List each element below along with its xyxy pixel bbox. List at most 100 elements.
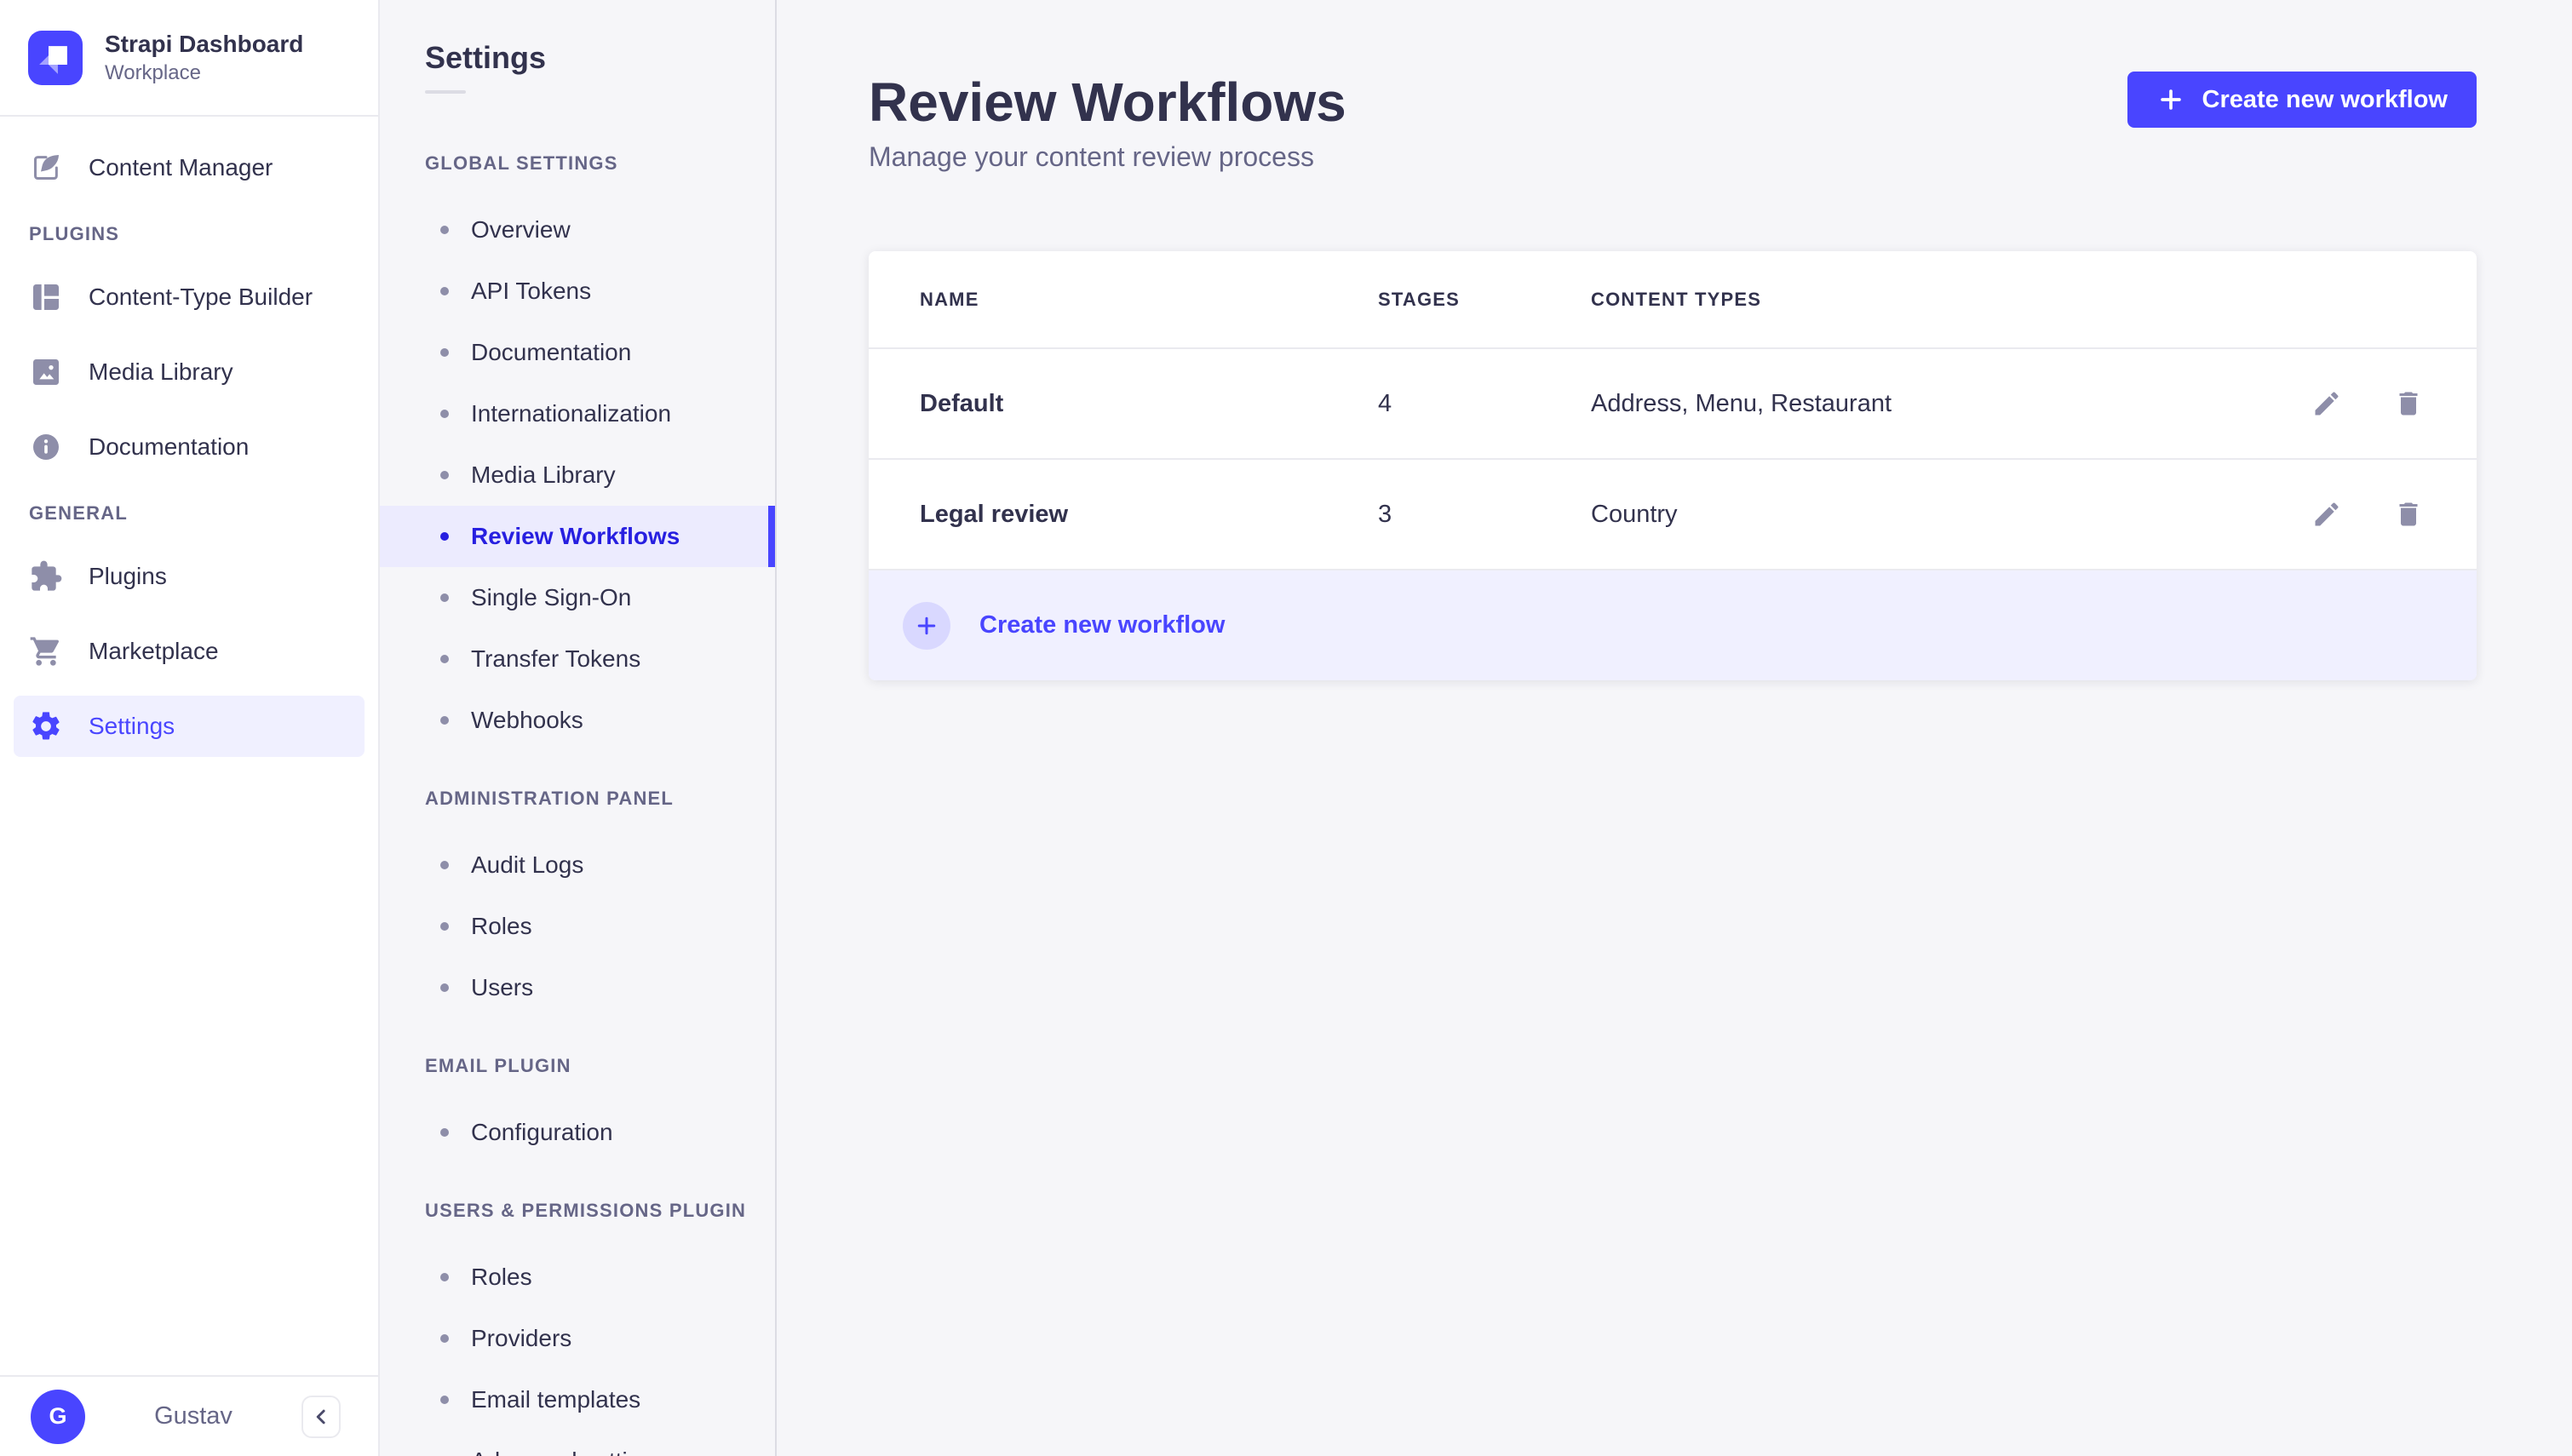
subnav-item-api-tokens[interactable]: API Tokens	[380, 261, 775, 322]
pencil-icon	[2315, 502, 2339, 526]
brand[interactable]: Strapi Dashboard Workplace	[0, 0, 378, 117]
nav-section-plugins: PLUGINS Content-Type Builder Media Libra…	[14, 222, 365, 478]
subnav-section-administration-panel: ADMINISTRATION PANEL Audit Logs Roles Us…	[380, 787, 775, 1018]
subnav-section-label: USERS & PERMISSIONS PLUGIN	[425, 1200, 747, 1221]
subnav-section-global-settings: GLOBAL SETTINGS Overview API Tokens Docu…	[380, 152, 775, 751]
subnav-item-label: Media Library	[471, 461, 616, 488]
bullet-icon	[440, 1128, 449, 1137]
app-root: Strapi Dashboard Workplace Content Manag…	[0, 0, 2572, 1456]
bullet-icon	[440, 716, 449, 725]
bullet-icon	[440, 1396, 449, 1404]
nav-item-content-type-builder[interactable]: Content-Type Builder	[14, 267, 365, 328]
delete-workflow-button[interactable]	[2391, 387, 2426, 421]
nav-section-label: PLUGINS	[29, 223, 120, 244]
bullet-icon	[440, 1273, 449, 1281]
column-header-stages: STAGES	[1378, 288, 1461, 310]
subnav-item-email-templates[interactable]: Email templates	[380, 1369, 775, 1430]
subnav-item-label: Internationalization	[471, 400, 672, 427]
subnav-item-internationalization[interactable]: Internationalization	[380, 383, 775, 444]
workflow-stages: 3	[1378, 500, 1392, 528]
subnav-section-email-plugin: EMAIL PLUGIN Configuration	[380, 1054, 775, 1163]
subnav-item-label: Audit Logs	[471, 851, 584, 878]
layout-grid-icon	[29, 280, 63, 314]
subnav-item-overview[interactable]: Overview	[380, 199, 775, 261]
bullet-icon	[440, 1334, 449, 1343]
avatar[interactable]: G	[31, 1389, 85, 1444]
nav-item-documentation[interactable]: Documentation	[14, 416, 365, 478]
bullet-icon	[440, 922, 449, 931]
workflow-name: Legal review	[920, 500, 1069, 528]
chevron-left-icon	[316, 1409, 325, 1424]
create-workflow-footer-label: Create new workflow	[979, 611, 1226, 639]
bullet-icon	[440, 226, 449, 234]
subnav-item-documentation[interactable]: Documentation	[380, 322, 775, 383]
nav-item-settings[interactable]: Settings	[14, 696, 365, 757]
column-header-content-types: CONTENT TYPES	[1591, 288, 1762, 310]
create-workflow-button-label: Create new workflow	[2202, 85, 2448, 113]
main-sidebar: Strapi Dashboard Workplace Content Manag…	[0, 0, 380, 1456]
cart-icon	[29, 634, 63, 668]
username[interactable]: Gustav	[102, 1402, 284, 1430]
subnav-item-providers[interactable]: Providers	[380, 1308, 775, 1369]
subnav-item-label: Review Workflows	[471, 523, 680, 549]
workflow-stages: 4	[1378, 389, 1392, 417]
nav-item-marketplace[interactable]: Marketplace	[14, 621, 365, 682]
pencil-icon	[2315, 392, 2339, 416]
subnav-item-review-workflows[interactable]: Review Workflows	[380, 506, 775, 567]
subnav-section-users-permissions-plugin: USERS & PERMISSIONS PLUGIN Roles Provide…	[380, 1199, 775, 1456]
subnav-item-configuration[interactable]: Configuration	[380, 1102, 775, 1163]
nav-item-label: Content-Type Builder	[89, 284, 313, 310]
page-subtitle: Manage your content review process	[869, 141, 1314, 172]
subnav-item-users[interactable]: Users	[380, 957, 775, 1018]
subnav-item-label: Email templates	[471, 1386, 641, 1413]
edit-workflow-button[interactable]	[2310, 387, 2344, 421]
subnav-item-audit-logs[interactable]: Audit Logs	[380, 834, 775, 896]
subnav-item-label: Configuration	[471, 1119, 613, 1145]
table-header-row: NAME STAGES CONTENT TYPES	[869, 251, 2477, 347]
table-row[interactable]: Legal review 3 Country	[869, 458, 2477, 569]
bullet-icon	[440, 532, 449, 541]
bullet-icon	[440, 983, 449, 992]
active-indicator-bar	[768, 506, 775, 567]
subnav-item-up-roles[interactable]: Roles	[380, 1247, 775, 1308]
info-icon	[29, 430, 63, 464]
bullet-icon	[440, 471, 449, 479]
bullet-icon	[440, 861, 449, 869]
subnav-item-webhooks[interactable]: Webhooks	[380, 690, 775, 751]
nav-item-plugins[interactable]: Plugins	[14, 546, 365, 607]
subnav-item-single-sign-on[interactable]: Single Sign-On	[380, 567, 775, 628]
subnav-item-label: Users	[471, 974, 534, 1000]
delete-workflow-button[interactable]	[2391, 497, 2426, 531]
create-workflow-button[interactable]: Create new workflow	[2127, 72, 2477, 128]
subnav-item-label: Single Sign-On	[471, 584, 632, 610]
workflow-content-types: Country	[1591, 500, 1678, 528]
collapse-sidebar-button[interactable]	[301, 1395, 341, 1438]
puzzle-icon	[29, 559, 63, 593]
bullet-icon	[440, 287, 449, 295]
subnav-scroll-area[interactable]: GLOBAL SETTINGS Overview API Tokens Docu…	[380, 94, 775, 1456]
subnav-item-admin-roles[interactable]: Roles	[380, 896, 775, 957]
feather-icon	[29, 151, 63, 185]
trash-icon	[2399, 502, 2418, 526]
subnav-item-label: Webhooks	[471, 707, 583, 733]
edit-workflow-button[interactable]	[2310, 497, 2344, 531]
brand-text: Strapi Dashboard Workplace	[105, 30, 303, 86]
page-heading-block: Review Workflows Manage your content rev…	[869, 72, 1346, 174]
gear-icon	[29, 709, 63, 743]
subnav-item-media-library[interactable]: Media Library	[380, 444, 775, 506]
table-row[interactable]: Default 4 Address, Menu, Restaurant	[869, 347, 2477, 458]
brand-title: Strapi Dashboard	[105, 30, 304, 57]
subnav-item-advanced-settings[interactable]: Advanced settings	[380, 1430, 775, 1456]
nav-item-media-library[interactable]: Media Library	[14, 341, 365, 403]
column-header-name: NAME	[920, 288, 979, 310]
brand-subtitle: Workplace	[105, 60, 201, 84]
bullet-icon	[440, 410, 449, 418]
workflow-content-types: Address, Menu, Restaurant	[1591, 389, 1892, 417]
nav-item-label: Plugins	[89, 563, 167, 589]
subnav-item-transfer-tokens[interactable]: Transfer Tokens	[380, 628, 775, 690]
trash-icon	[2399, 392, 2418, 416]
nav-item-content-manager[interactable]: Content Manager	[14, 137, 365, 198]
subnav-section-label: EMAIL PLUGIN	[425, 1055, 571, 1076]
create-workflow-footer-button[interactable]: Create new workflow	[869, 569, 2477, 680]
subnav-header: Settings	[380, 0, 775, 94]
